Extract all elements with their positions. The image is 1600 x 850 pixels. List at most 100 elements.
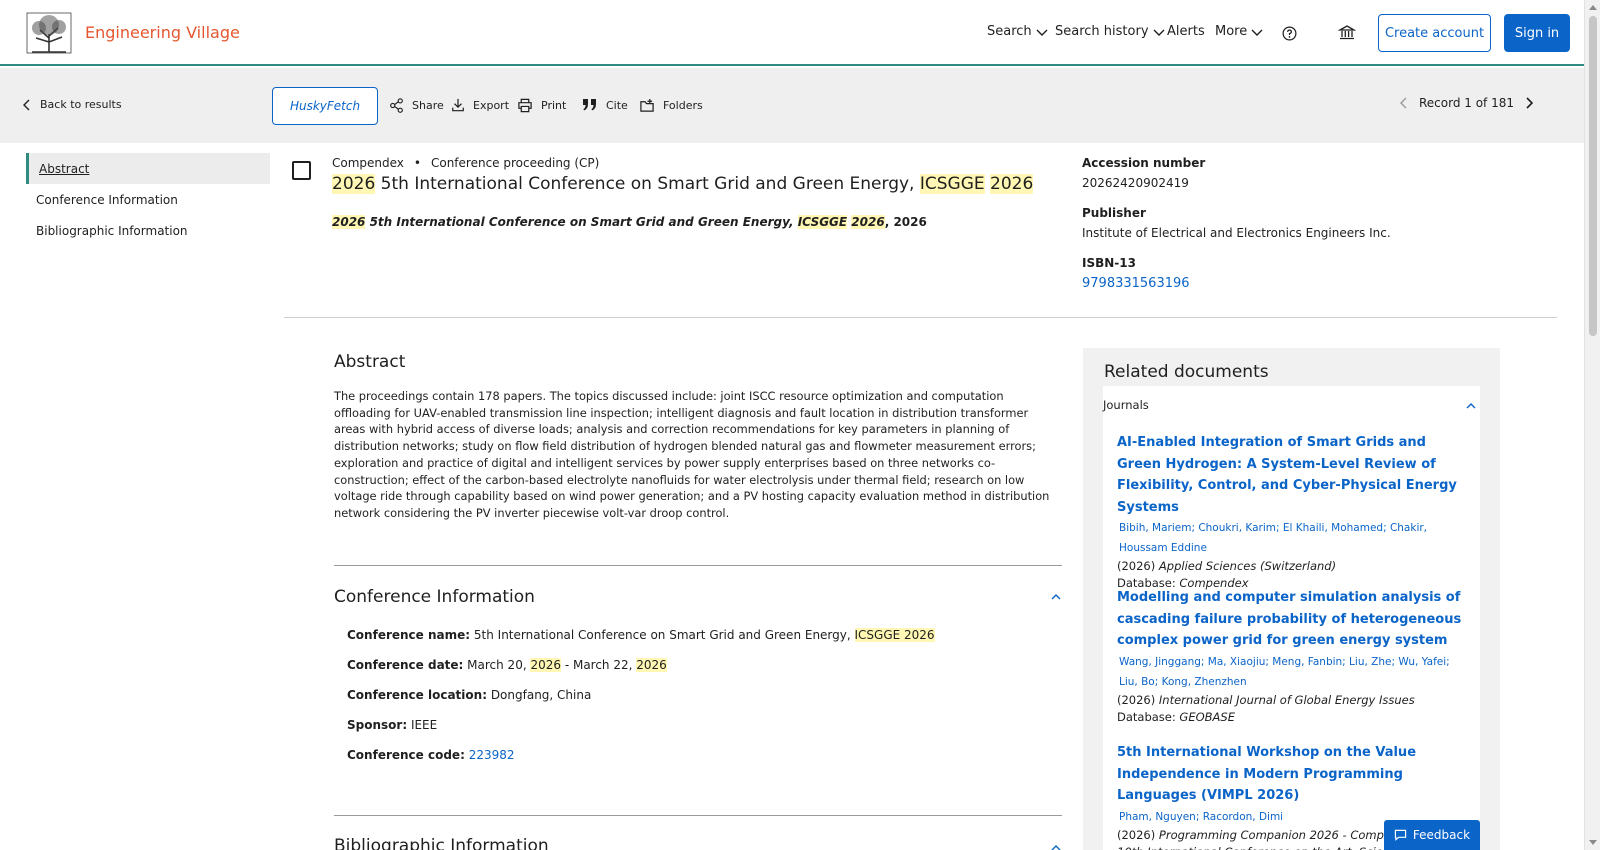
conference-heading[interactable]: Conference Information bbox=[334, 587, 535, 607]
export-button[interactable]: Export bbox=[451, 98, 509, 112]
related-document-authors[interactable]: Bibih, Mariem; Choukri, Karim; El Khaili… bbox=[1117, 518, 1467, 558]
create-account-button[interactable]: Create account bbox=[1378, 14, 1491, 52]
conference-date-year: 2026 bbox=[530, 658, 561, 672]
header-divider bbox=[284, 317, 1557, 318]
feedback-button[interactable]: Feedback bbox=[1384, 820, 1480, 850]
record-title: 2026 5th International Conference on Sma… bbox=[332, 174, 1034, 194]
isbn-block: ISBN-13 9798331563196 bbox=[1082, 256, 1190, 291]
related-document-database: Database: GEOBASE bbox=[1117, 709, 1467, 726]
conference-code-link[interactable]: 223982 bbox=[469, 748, 515, 762]
scroll-down-arrow[interactable] bbox=[1589, 840, 1597, 845]
related-document-title-link[interactable]: Modelling and computer simulation analys… bbox=[1117, 587, 1467, 652]
abstract-text: The proceedings contain 178 papers. The … bbox=[334, 389, 1050, 520]
nav-more-label: More bbox=[1215, 24, 1248, 39]
cite-label: Cite bbox=[606, 98, 628, 112]
next-record-icon[interactable] bbox=[1524, 97, 1534, 109]
nav-search-history-label: Search history bbox=[1055, 24, 1149, 39]
scroll-up-arrow[interactable] bbox=[1589, 5, 1597, 10]
nav-search-label: Search bbox=[987, 24, 1032, 39]
related-document-source: (2026) Applied Sciences (Switzerland) bbox=[1117, 558, 1467, 575]
back-to-results-link[interactable]: Back to results bbox=[22, 98, 122, 111]
huskyfetch-button[interactable]: HuskyFetch bbox=[272, 87, 378, 125]
conference-name-value: 5th International Conference on Smart Gr… bbox=[470, 628, 855, 642]
top-header: Engineering Village Search Search histor… bbox=[0, 0, 1584, 66]
help-icon[interactable] bbox=[1282, 26, 1297, 41]
scrollbar-thumb[interactable] bbox=[1589, 16, 1597, 336]
journals-group-header[interactable]: Journals bbox=[1103, 398, 1149, 412]
publisher-label: Publisher bbox=[1082, 206, 1146, 220]
section-divider bbox=[334, 565, 1062, 566]
sponsor-label: Sponsor: bbox=[347, 718, 408, 732]
chevron-left-icon bbox=[23, 99, 30, 110]
institution-icon[interactable] bbox=[1338, 24, 1356, 42]
conference-date-text: March 20, bbox=[463, 658, 531, 672]
title-highlight: ICSGGE bbox=[919, 174, 985, 194]
bullet-separator: • bbox=[413, 156, 421, 170]
previous-record-icon[interactable] bbox=[1399, 97, 1409, 109]
conference-code-row: Conference code: 223982 bbox=[347, 748, 515, 762]
sign-in-button[interactable]: Sign in bbox=[1504, 14, 1570, 52]
conference-location-label: Conference location: bbox=[347, 688, 487, 702]
bibliographic-heading[interactable]: Bibliographic Information bbox=[334, 836, 549, 850]
nav-alerts[interactable]: Alerts bbox=[1167, 24, 1205, 39]
section-nav: Abstract Conference Information Bibliogr… bbox=[26, 153, 270, 246]
title-highlight: 2026 bbox=[332, 174, 376, 194]
nav-search[interactable]: Search bbox=[987, 24, 1048, 39]
source-highlight: 2026 bbox=[332, 215, 366, 229]
printer-icon bbox=[518, 98, 532, 113]
isbn-link[interactable]: 9798331563196 bbox=[1082, 276, 1190, 291]
print-label: Print bbox=[541, 99, 567, 112]
record-source: 2026 5th International Conference on Sma… bbox=[332, 215, 927, 229]
related-document-year: (2026) bbox=[1117, 827, 1159, 842]
nav-alerts-label: Alerts bbox=[1167, 24, 1205, 39]
chevron-down-icon bbox=[1153, 29, 1165, 36]
related-documents-heading: Related documents bbox=[1104, 362, 1269, 382]
section-nav-bibliographic[interactable]: Bibliographic Information bbox=[26, 215, 270, 246]
feedback-label: Feedback bbox=[1412, 828, 1471, 842]
related-document-authors[interactable]: Wang, Jinggang; Ma, Xiaojiu; Meng, Fanbi… bbox=[1117, 652, 1467, 692]
folders-button[interactable]: Folders bbox=[639, 98, 703, 113]
accession-block: Accession number 20262420902419 bbox=[1082, 156, 1205, 190]
conference-location-row: Conference location: Dongfang, China bbox=[347, 688, 591, 702]
section-nav-conference[interactable]: Conference Information bbox=[26, 184, 270, 215]
record-meta: Compendex • Conference proceeding (CP) bbox=[332, 156, 599, 170]
quote-icon bbox=[583, 99, 596, 111]
print-button[interactable]: Print bbox=[517, 98, 566, 113]
share-button[interactable]: Share bbox=[389, 98, 444, 113]
nav-search-history[interactable]: Search history bbox=[1055, 24, 1165, 39]
elsevier-tree-logo[interactable] bbox=[26, 12, 72, 54]
related-document: AI-Enabled Integration of Smart Grids an… bbox=[1117, 432, 1467, 592]
related-document-title-link[interactable]: 5th International Workshop on the Value … bbox=[1117, 742, 1467, 807]
conference-name-label: Conference name: bbox=[347, 628, 471, 642]
brand-name[interactable]: Engineering Village bbox=[85, 23, 240, 42]
related-document-journal: International Journal of Global Energy I… bbox=[1158, 692, 1415, 707]
select-record-checkbox[interactable] bbox=[292, 161, 311, 180]
chevron-down-icon bbox=[1251, 29, 1263, 36]
collapse-chevron-up-icon[interactable] bbox=[1465, 400, 1477, 412]
section-divider bbox=[334, 815, 1062, 816]
title-highlight: 2026 bbox=[990, 174, 1034, 194]
conference-name-row: Conference name: 5th International Confe… bbox=[347, 628, 935, 642]
abstract-heading: Abstract bbox=[334, 352, 406, 372]
source-text: 5th International Conference on Smart Gr… bbox=[365, 215, 798, 229]
related-document-title-link[interactable]: AI-Enabled Integration of Smart Grids an… bbox=[1117, 432, 1467, 518]
journals-group: Journals AI-Enabled Integration of Smart… bbox=[1103, 386, 1480, 850]
collapse-chevron-up-icon[interactable] bbox=[1050, 591, 1062, 603]
related-document-journal: Applied Sciences (Switzerland) bbox=[1158, 559, 1337, 574]
database-label: Database: bbox=[1117, 709, 1180, 724]
download-icon bbox=[452, 98, 464, 112]
nav-more[interactable]: More bbox=[1215, 24, 1263, 39]
export-label: Export bbox=[473, 98, 510, 112]
folder-add-icon bbox=[640, 98, 654, 112]
conference-code-label: Conference code: bbox=[347, 748, 465, 762]
cite-button[interactable]: Cite bbox=[582, 98, 628, 112]
page-scrollbar[interactable] bbox=[1584, 0, 1600, 850]
back-label: Back to results bbox=[40, 98, 122, 111]
conference-name-highlight: ICSGGE 2026 bbox=[854, 628, 935, 642]
document-type: Conference proceeding (CP) bbox=[430, 156, 600, 170]
source-year: , 2026 bbox=[884, 215, 927, 229]
section-nav-abstract[interactable]: Abstract bbox=[26, 153, 270, 184]
related-document-source: (2026) International Journal of Global E… bbox=[1117, 692, 1467, 709]
collapse-chevron-up-icon[interactable] bbox=[1050, 842, 1062, 850]
database-name: GEOBASE bbox=[1179, 709, 1235, 724]
